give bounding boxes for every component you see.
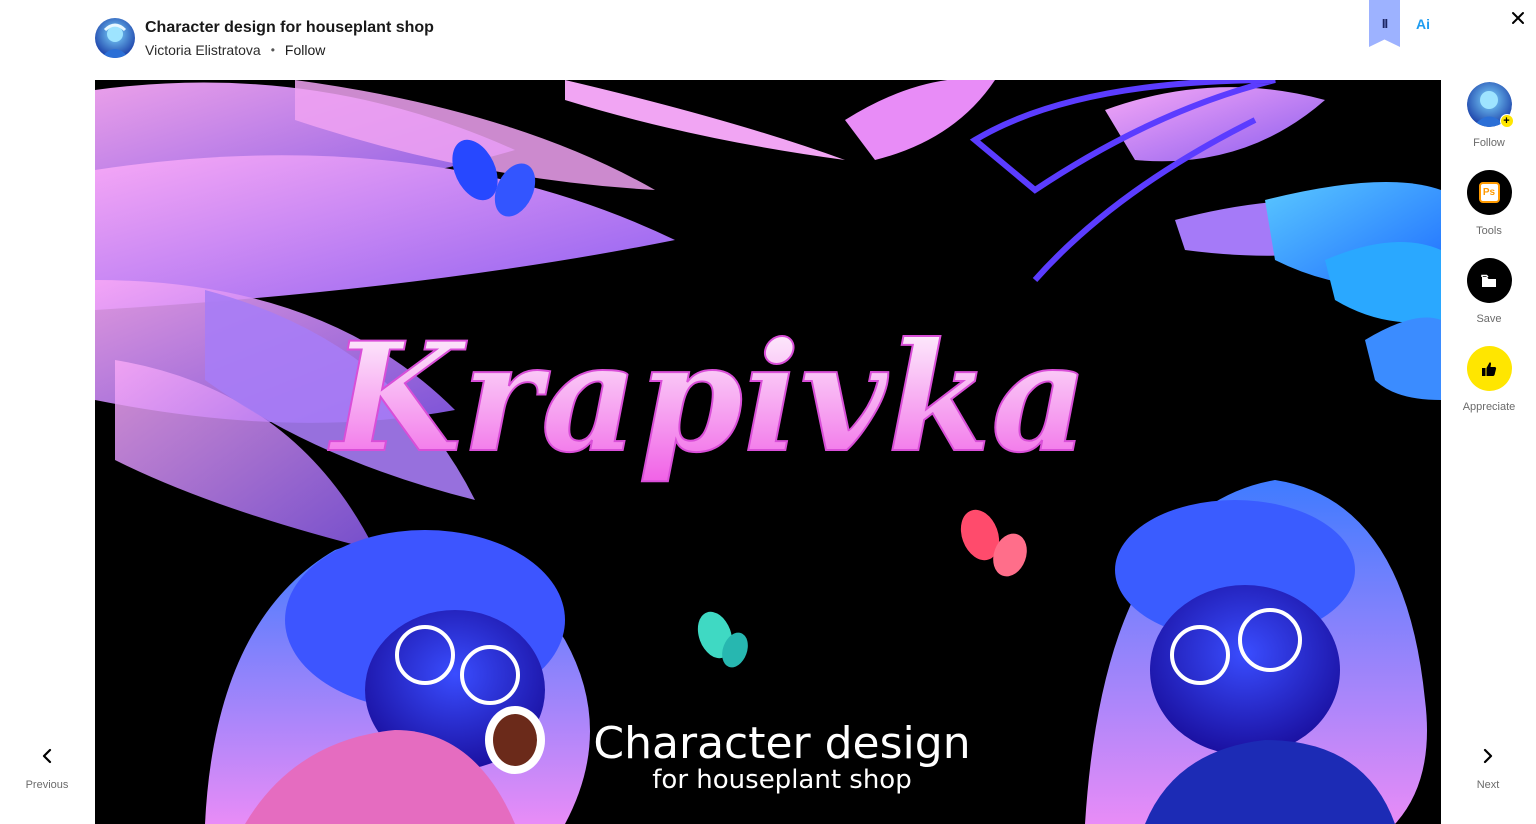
tools-button[interactable]: Ps (1466, 170, 1512, 215)
next-button[interactable]: Next (1453, 748, 1523, 791)
project-artwork: Krapivka Character design for houseplant… (95, 80, 1441, 824)
chevron-left-icon (42, 748, 52, 764)
sidebar-follow[interactable]: + Follow (1452, 82, 1526, 150)
sidebar-save-label: Save (1476, 313, 1502, 325)
photoshop-icon: Ps (1478, 182, 1500, 203)
author-avatar[interactable] (95, 18, 135, 58)
character-right (1085, 480, 1427, 824)
byline-separator: • (270, 42, 275, 57)
save-button[interactable] (1466, 258, 1512, 303)
butterfly-teal (697, 611, 748, 668)
artwork-caption-line2: for houseplant shop (652, 765, 911, 795)
previous-button[interactable]: Previous (12, 748, 82, 791)
sidebar-tools-label: Tools (1476, 225, 1502, 237)
artwork-headline: Krapivka (328, 310, 1089, 486)
project-viewer: Character design for houseplant shop Vic… (0, 0, 1536, 824)
ai-tool-label[interactable]: Ai (1416, 16, 1430, 32)
thumbs-up-icon (1482, 361, 1497, 376)
sidebar-follow-label: Follow (1473, 137, 1505, 149)
follow-link[interactable]: Follow (285, 41, 325, 59)
project-title: Character design for houseplant shop (145, 18, 434, 36)
sidebar-tools[interactable]: Ps Tools (1452, 170, 1526, 238)
author-name[interactable]: Victoria Elistratova (145, 41, 261, 59)
chevron-right-icon (1483, 748, 1493, 764)
artwork-caption-line1: Character design (593, 718, 970, 769)
plus-icon: + (1499, 114, 1514, 128)
previous-label: Previous (25, 779, 69, 791)
project-header: Character design for houseplant shop Vic… (95, 16, 434, 60)
avatar-plus-icon[interactable]: + (1466, 82, 1514, 128)
sidebar-appreciate-label: Appreciate (1462, 401, 1516, 413)
appreciate-button[interactable] (1466, 346, 1512, 391)
sidebar-save[interactable]: Save (1452, 258, 1526, 326)
folder-icon (1481, 274, 1496, 287)
close-button[interactable] (1508, 8, 1528, 28)
close-icon (1512, 12, 1524, 24)
next-label: Next (1476, 779, 1500, 791)
ps-ribbon-label: II (1381, 16, 1388, 31)
ps-tool-ribbon[interactable]: II (1369, 0, 1400, 47)
butterfly-red (960, 509, 1027, 577)
character-left (205, 530, 590, 824)
action-sidebar: + Follow Ps Tools Save Appreciate (1452, 82, 1526, 434)
sidebar-appreciate[interactable]: Appreciate (1452, 346, 1526, 414)
